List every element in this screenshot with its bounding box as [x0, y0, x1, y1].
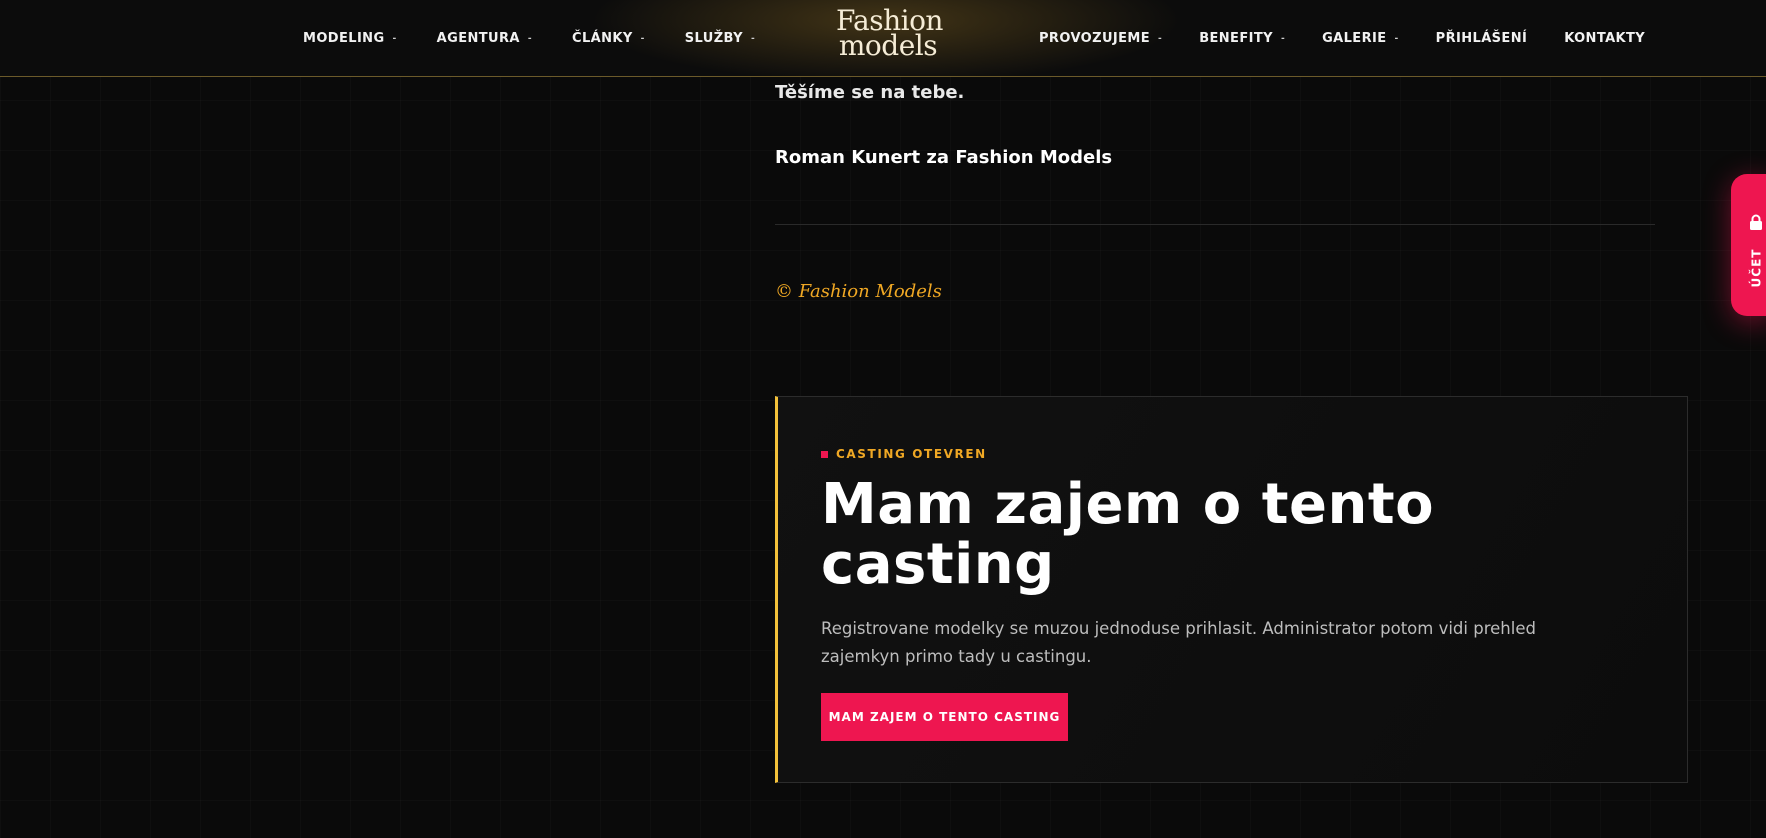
nav-item-label: PROVOZUJEME	[1039, 31, 1151, 46]
chevron-down-icon: -	[1394, 33, 1399, 44]
chevron-down-icon: -	[392, 33, 397, 44]
chevron-down-icon: -	[527, 33, 532, 44]
account-side-tab[interactable]: ÚČET	[1731, 174, 1766, 316]
casting-card-description: Registrovane modelky se muzou jednoduse …	[821, 619, 1536, 666]
casting-interest-card: CASTING OTEVREN Mam zajem o tento castin…	[775, 396, 1688, 783]
nav-left: MODELING - AGENTURA - ČLÁNKY - SLUŽBY -	[303, 0, 795, 77]
nav-item-agentura[interactable]: AGENTURA -	[437, 31, 532, 46]
site-logo[interactable]: Fashion models	[836, 7, 943, 62]
article-divider	[775, 224, 1655, 225]
nav-item-label: PŘIHLÁŠENÍ	[1435, 31, 1528, 46]
lock-icon	[1750, 214, 1762, 230]
nav-item-sluzby[interactable]: SLUŽBY -	[685, 31, 755, 46]
chevron-down-icon: -	[1280, 33, 1286, 44]
nav-item-provozujeme[interactable]: PROVOZUJEME -	[1039, 31, 1162, 46]
site-header: MODELING - AGENTURA - ČLÁNKY - SLUŽBY - …	[0, 0, 1766, 77]
nav-item-label: SLUŽBY	[684, 31, 743, 46]
casting-card-title: Mam zajem o tento casting	[821, 472, 1435, 597]
nav-item-clanky[interactable]: ČLÁNKY -	[572, 31, 645, 46]
nav-item-benefity[interactable]: BENEFITY -	[1199, 31, 1285, 46]
logo-line-2: models	[838, 29, 938, 62]
chevron-down-icon: -	[640, 33, 645, 44]
nav-right: PROVOZUJEME - BENEFITY - GALERIE - PŘIHL…	[1039, 0, 1682, 77]
article-copyright: © Fashion Models	[775, 281, 942, 302]
account-tab-label: ÚČET	[1749, 248, 1763, 288]
casting-status-badge: CASTING OTEVREN	[821, 447, 987, 461]
nav-item-modeling[interactable]: MODELING -	[303, 31, 397, 46]
nav-item-galerie[interactable]: GALERIE -	[1322, 31, 1399, 46]
article-signature: Roman Kunert za Fashion Models	[775, 147, 1113, 168]
chevron-down-icon: -	[750, 33, 756, 44]
nav-item-label: BENEFITY	[1199, 31, 1273, 46]
nav-item-label: ČLÁNKY	[572, 31, 633, 46]
nav-item-label: MODELING	[303, 31, 385, 46]
square-bullet-icon	[821, 450, 828, 458]
casting-interest-button[interactable]: MAM ZAJEM O TENTO CASTING	[821, 693, 1068, 741]
nav-item-kontakty[interactable]: KONTAKTY	[1564, 31, 1645, 46]
account-tab-label-wrap: ÚČET	[1737, 242, 1766, 294]
article-closing-line: Těšíme se na tebe.	[775, 82, 965, 103]
casting-status-label: CASTING OTEVREN	[836, 447, 987, 461]
nav-item-prihlaseni[interactable]: PŘIHLÁŠENÍ	[1436, 31, 1528, 46]
chevron-down-icon: -	[1158, 33, 1163, 44]
nav-item-label: AGENTURA	[436, 31, 520, 46]
nav-item-label: KONTAKTY	[1564, 31, 1646, 46]
nav-item-label: GALERIE	[1322, 31, 1387, 46]
